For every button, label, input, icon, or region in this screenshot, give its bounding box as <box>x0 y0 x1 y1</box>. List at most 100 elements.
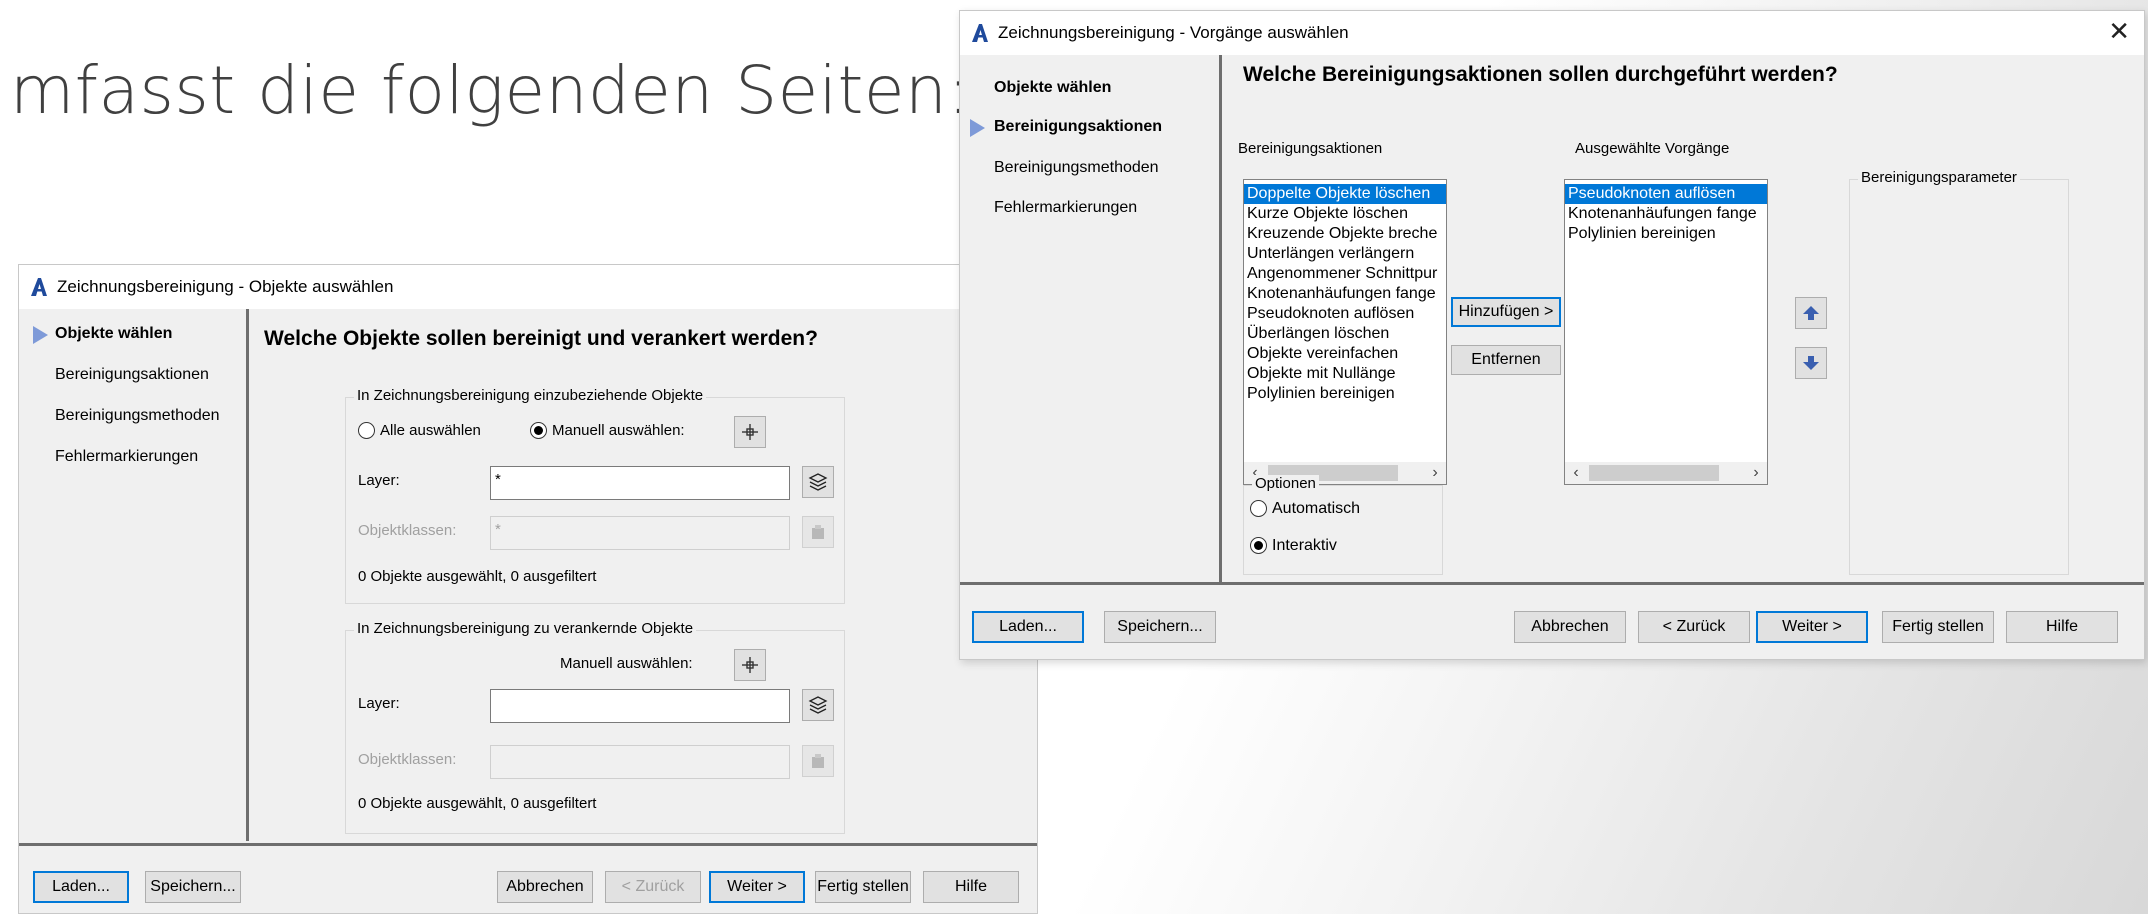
page-heading: Welche Bereinigungsaktionen sollen durch… <box>1243 63 1838 86</box>
scroll-right-icon[interactable]: › <box>1424 464 1446 482</box>
object-class-icon <box>812 525 824 539</box>
move-down-button[interactable] <box>1795 347 1827 379</box>
nav-item-bereinigungsmethoden[interactable]: Bereinigungsmethoden <box>55 407 220 425</box>
radio-select-all[interactable] <box>358 422 375 439</box>
finish-button[interactable]: Fertig stellen <box>815 871 911 903</box>
nav-panel: Objekte wählen Bereinigungsaktionen Bere… <box>19 309 249 841</box>
layer-label: Layer: <box>358 472 400 489</box>
radio-select-manual[interactable] <box>530 422 547 439</box>
save-button[interactable]: Speichern... <box>1104 611 1216 643</box>
footer-separator <box>19 843 1037 846</box>
dialog-title: Zeichnungsbereinigung - Vorgänge auswähl… <box>998 23 1349 42</box>
layer-stack-icon <box>808 696 828 714</box>
anchor-layer-browse-button[interactable] <box>802 689 834 721</box>
selected-operations-listbox[interactable]: Pseudoknoten auflösen Knotenanhäufungen … <box>1564 179 1768 485</box>
list-item[interactable]: Doppelte Objekte löschen <box>1244 184 1446 204</box>
selected-hscrollbar[interactable]: ‹ › <box>1565 462 1767 484</box>
radio-automatic-label: Automatisch <box>1272 500 1361 517</box>
include-group-legend: In Zeichnungsbereinigung einzubeziehende… <box>354 387 707 404</box>
pick-objects-button[interactable] <box>734 416 766 448</box>
list-item[interactable]: Objekte vereinfachen <box>1244 344 1446 364</box>
next-button[interactable]: Weiter > <box>709 871 805 903</box>
list-item[interactable]: Überlängen löschen <box>1244 324 1446 344</box>
load-button[interactable]: Laden... <box>33 871 129 903</box>
anchor-manual-label: Manuell auswählen: <box>560 655 693 672</box>
include-objects-group: In Zeichnungsbereinigung einzubeziehende… <box>345 387 845 604</box>
slide-text: mfasst die folgenden Seiten: <box>10 52 971 129</box>
list-item[interactable]: Objekte mit Nullänge <box>1244 364 1446 384</box>
nav-item-fehlermarkierungen[interactable]: Fehlermarkierungen <box>994 199 1137 217</box>
list-item[interactable]: Kurze Objekte löschen <box>1244 204 1446 224</box>
selected-list-items: Pseudoknoten auflösen Knotenanhäufungen … <box>1565 180 1767 244</box>
nav-item-bereinigungsmethoden[interactable]: Bereinigungsmethoden <box>994 159 1159 177</box>
radio-interactive-label: Interaktiv <box>1272 537 1337 554</box>
next-button[interactable]: Weiter > <box>1756 611 1868 643</box>
layer-browse-button[interactable] <box>802 466 834 498</box>
save-button[interactable]: Speichern... <box>145 871 241 903</box>
anchor-object-classes-browse-button <box>802 745 834 777</box>
scroll-right-icon[interactable]: › <box>1745 464 1767 482</box>
help-button[interactable]: Hilfe <box>923 871 1019 903</box>
move-up-button[interactable] <box>1795 297 1827 329</box>
nav-item-objekte-waehlen[interactable]: Objekte wählen <box>55 325 172 343</box>
footer-separator <box>960 582 2144 585</box>
list-item[interactable]: Polylinien bereinigen <box>1244 384 1446 404</box>
cancel-button[interactable]: Abbrechen <box>1514 611 1626 643</box>
anchor-layer-label: Layer: <box>358 695 400 712</box>
radio-select-manual-label: Manuell auswählen: <box>552 422 685 439</box>
dialog-objects-titlebar: Zeichnungsbereinigung - Objekte auswähle… <box>19 265 1037 309</box>
selected-list-label: Ausgewählte Vorgänge <box>1575 140 1730 157</box>
nav-item-objekte-waehlen[interactable]: Objekte wählen <box>994 79 1111 97</box>
list-item[interactable]: Kreuzende Objekte breche <box>1244 224 1446 244</box>
dialog-operations-titlebar: Zeichnungsbereinigung - Vorgänge auswähl… <box>960 11 2144 55</box>
radio-select-all-label: Alle auswählen <box>380 422 481 439</box>
add-operation-button[interactable]: Hinzufügen > <box>1451 297 1561 327</box>
object-classes-input: * <box>490 516 790 550</box>
arrow-down-icon <box>1803 356 1819 370</box>
finish-button[interactable]: Fertig stellen <box>1882 611 1994 643</box>
nav-current-arrow-icon <box>33 326 48 344</box>
actions-list-label: Bereinigungsaktionen <box>1238 140 1383 157</box>
actions-listbox[interactable]: Doppelte Objekte löschen Kurze Objekte l… <box>1243 179 1447 485</box>
nav-panel: Objekte wählen Bereinigungsaktionen Bere… <box>960 55 1222 582</box>
nav-item-bereinigungsaktionen[interactable]: Bereinigungsaktionen <box>994 118 1162 136</box>
list-item[interactable]: Pseudoknoten auflösen <box>1244 304 1446 324</box>
scroll-track[interactable] <box>1587 462 1745 484</box>
back-button[interactable]: < Zurück <box>1638 611 1750 643</box>
dialog-title: Zeichnungsbereinigung - Objekte auswähle… <box>57 277 394 296</box>
object-classes-label: Objektklassen: <box>358 522 457 539</box>
radio-automatic[interactable] <box>1250 500 1267 517</box>
list-item[interactable]: Knotenanhäufungen fange <box>1244 284 1446 304</box>
list-item[interactable]: Polylinien bereinigen <box>1565 224 1767 244</box>
dialog-objects: Zeichnungsbereinigung - Objekte auswähle… <box>18 264 1038 914</box>
list-item[interactable]: Pseudoknoten auflösen <box>1565 184 1767 204</box>
cleanup-parameters-group: Bereinigungsparameter <box>1849 169 2069 575</box>
nav-item-fehlermarkierungen[interactable]: Fehlermarkierungen <box>55 448 198 466</box>
list-item[interactable]: Unterlängen verlängern <box>1244 244 1446 264</box>
help-button[interactable]: Hilfe <box>2006 611 2118 643</box>
crosshair-icon <box>742 657 758 673</box>
nav-item-bereinigungsaktionen[interactable]: Bereinigungsaktionen <box>55 366 209 384</box>
anchor-layer-input[interactable] <box>490 689 790 723</box>
page-heading: Welche Objekte sollen bereinigt und vera… <box>264 327 818 350</box>
layer-input[interactable]: * <box>490 466 790 500</box>
list-item[interactable]: Knotenanhäufungen fange <box>1565 204 1767 224</box>
cancel-button[interactable]: Abbrechen <box>497 871 593 903</box>
close-icon[interactable]: ✕ <box>2108 17 2130 47</box>
object-classes-browse-button <box>802 516 834 548</box>
anchor-pick-objects-button[interactable] <box>734 649 766 681</box>
scroll-left-icon[interactable]: ‹ <box>1565 464 1587 482</box>
anchor-object-classes-label: Objektklassen: <box>358 751 457 768</box>
autocad-logo-icon <box>970 22 990 44</box>
load-button[interactable]: Laden... <box>972 611 1084 643</box>
options-group: Optionen Automatisch Interaktiv <box>1243 475 1443 575</box>
object-class-icon <box>812 754 824 768</box>
remove-operation-button[interactable]: Entfernen <box>1451 345 1561 375</box>
list-item[interactable]: Angenommener Schnittpur <box>1244 264 1446 284</box>
crosshair-icon <box>742 424 758 440</box>
radio-interactive[interactable] <box>1250 537 1267 554</box>
anchor-objects-group: In Zeichnungsbereinigung zu verankernde … <box>345 620 845 834</box>
anchor-group-legend: In Zeichnungsbereinigung zu verankernde … <box>354 620 697 637</box>
scroll-thumb[interactable] <box>1589 465 1719 481</box>
anchor-status-text: 0 Objekte ausgewählt, 0 ausgefiltert <box>358 795 597 812</box>
